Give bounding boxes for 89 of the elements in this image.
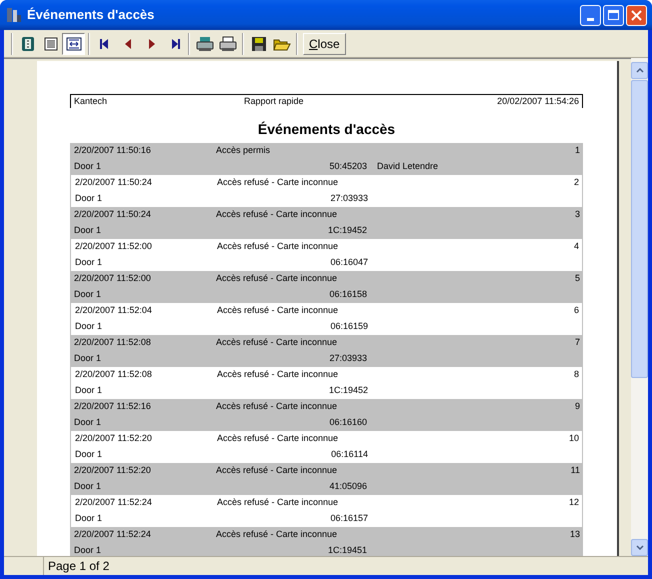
door-name: Door 1 — [74, 480, 102, 494]
event-date: 2/20/2007 11:52:00 — [75, 240, 153, 254]
door-name: Door 1 — [74, 416, 102, 430]
event-date: 2/20/2007 11:52:24 — [75, 496, 153, 510]
maximize-button[interactable] — [603, 4, 624, 26]
card-number: 06:16114 — [330, 448, 368, 462]
event-number: 5 — [574, 272, 580, 286]
event-date: 2/20/2007 11:52:16 — [74, 400, 152, 414]
scroll-up-button[interactable] — [631, 62, 648, 79]
card-number: 27:03933 — [328, 352, 367, 366]
event-description: Accès refusé - Carte inconnue — [217, 304, 338, 318]
door-name: Door 1 — [75, 448, 104, 462]
event-description: Accès permis — [216, 144, 270, 158]
event-description: Accès refusé - Carte inconnue — [216, 208, 338, 222]
door-name: Door 1 — [75, 256, 104, 270]
door-name: Door 1 — [74, 288, 102, 302]
event-description: Accès refusé - Carte inconnue — [216, 528, 338, 542]
cardholder-name: David Letendre — [376, 160, 438, 174]
page-indicator: Page 1 of 2 — [47, 558, 110, 575]
door-name: Door 1 — [75, 384, 104, 398]
event-date: 2/20/2007 11:52:08 — [75, 368, 153, 382]
door-name: Door 1 — [75, 512, 104, 526]
window-title: Événements d'accès — [27, 6, 154, 24]
scroll-down-button[interactable] — [631, 539, 648, 556]
report-title: Événements d'accès — [256, 120, 396, 139]
card-number: 41:05096 — [328, 480, 367, 494]
up-chevron-icon — [636, 68, 644, 73]
event-number: 6 — [574, 304, 579, 318]
door-name: Door 1 — [75, 192, 104, 206]
card-number: 06:16157 — [329, 512, 368, 526]
event-number: 4 — [574, 240, 579, 254]
door-name: Door 1 — [74, 352, 102, 366]
close-report-button[interactable]: Close — [303, 32, 346, 54]
event-description: Accès refusé - Carte inconnue — [216, 400, 338, 414]
card-number: 27:03933 — [329, 192, 368, 206]
event-description: Accès refusé - Carte inconnue — [216, 464, 338, 478]
door-name: Door 1 — [75, 320, 104, 334]
fit-width-view-button[interactable] — [62, 32, 85, 54]
door-name: Door 1 — [74, 544, 102, 556]
lines-icon — [42, 36, 58, 52]
event-number: 8 — [574, 368, 579, 382]
close-button[interactable] — [626, 4, 647, 26]
close-icon — [631, 10, 642, 20]
card-number: 50:45203 — [328, 160, 367, 174]
event-number: 1 — [574, 144, 580, 158]
event-date: 2/20/2007 11:50:24 — [74, 208, 152, 222]
event-number: 9 — [574, 400, 580, 414]
event-description: Accès refusé - Carte inconnue — [217, 432, 338, 446]
event-description: Accès refusé - Carte inconnue — [216, 336, 338, 350]
scroll-thumb[interactable] — [631, 80, 648, 378]
card-number: 06:16158 — [328, 288, 367, 302]
event-description: Accès refusé - Carte inconnue — [217, 496, 338, 510]
card-number: 1C:19451 — [326, 544, 367, 556]
event-number: 10 — [568, 432, 579, 446]
report-name: Rapport rapide — [244, 94, 305, 108]
card-number: 06:16159 — [329, 320, 368, 334]
event-date: 2/20/2007 11:52:00 — [74, 272, 152, 286]
printer-icon — [218, 36, 236, 52]
event-date: 2/20/2007 11:52:20 — [74, 464, 152, 478]
event-description: Accès refusé - Carte inconnue — [217, 240, 338, 254]
event-description: Accès refusé - Carte inconnue — [216, 272, 338, 286]
app-icon — [5, 6, 23, 24]
down-chevron-icon — [636, 545, 644, 550]
event-description: Accès refusé - Carte inconnue — [217, 176, 338, 190]
event-number: 13 — [570, 528, 580, 542]
event-date: 2/20/2007 11:52:04 — [75, 304, 153, 318]
door-name: Door 1 — [74, 224, 102, 238]
event-date: 2/20/2007 11:52:20 — [75, 432, 153, 446]
event-date: 2/20/2007 11:52:08 — [74, 336, 152, 350]
event-date: 2/20/2007 11:52:24 — [74, 528, 152, 542]
minimize-button[interactable] — [580, 4, 601, 26]
event-date: 2/20/2007 11:50:16 — [74, 144, 152, 158]
page-icon — [20, 36, 36, 52]
event-number: 3 — [574, 208, 580, 222]
company-name: Kantech — [74, 94, 108, 108]
door-name: Door 1 — [74, 160, 102, 174]
card-number: 06:16160 — [328, 416, 367, 430]
card-number: 1C:19452 — [326, 224, 367, 238]
event-number: 11 — [570, 464, 580, 478]
card-number: 1C:19452 — [328, 384, 368, 398]
event-date: 2/20/2007 11:50:24 — [75, 176, 153, 190]
event-number: 12 — [568, 496, 579, 510]
event-number: 2 — [574, 176, 579, 190]
event-number: 7 — [574, 336, 580, 350]
fit-width-icon — [66, 36, 82, 52]
card-number: 06:16047 — [329, 256, 368, 270]
printer-icon — [196, 36, 214, 52]
event-description: Accès refusé - Carte inconnue — [217, 368, 338, 382]
print-date: 20/02/2007 11:54:26 — [497, 94, 579, 108]
